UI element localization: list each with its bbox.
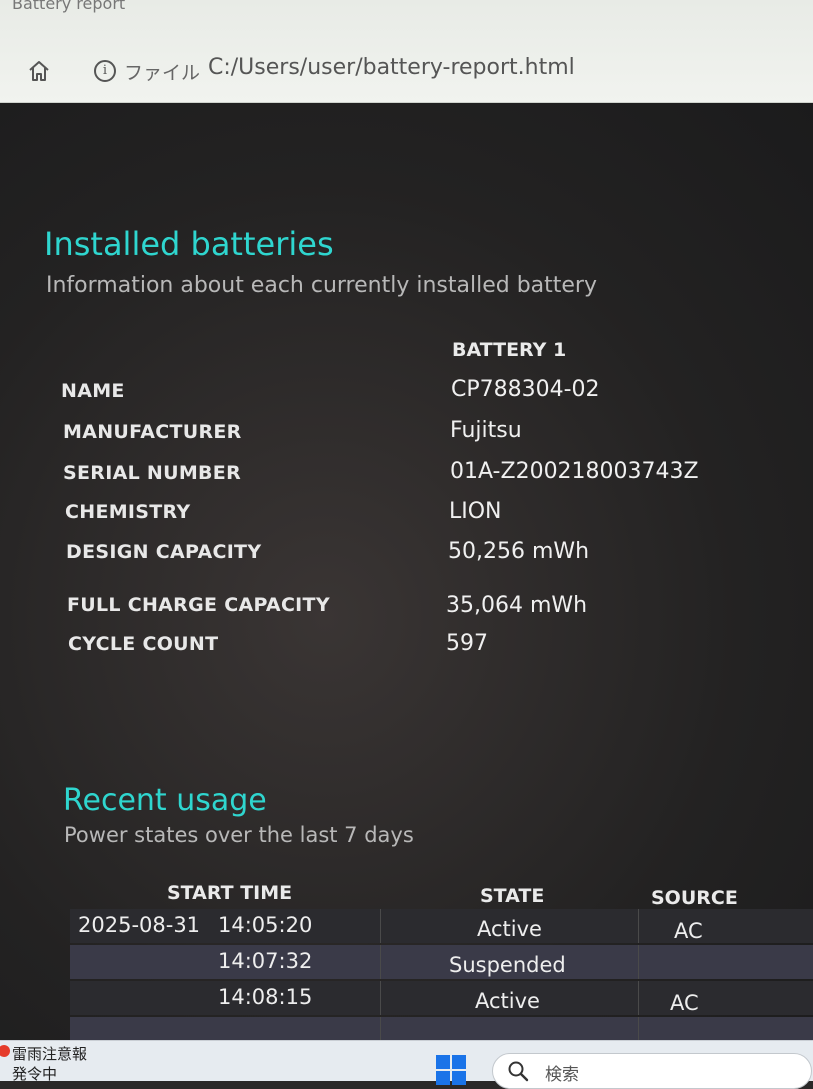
row-label-design-capacity: DESIGN CAPACITY [66, 541, 262, 563]
windows-start-icon[interactable] [434, 1053, 468, 1087]
recent-usage-subtitle: Power states over the last 7 days [64, 823, 414, 847]
row-label-chemistry: CHEMISTRY [65, 501, 191, 523]
usage-row-state: Active [477, 917, 542, 941]
usage-row-source: AC [674, 919, 703, 943]
installed-batteries-heading: Installed batteries [44, 225, 334, 263]
report-page: Installed batteries Information about ea… [0, 103, 813, 1040]
row-value-chemistry: LION [449, 499, 502, 524]
browser-chrome: Battery report ⌃ i ファイル C:/Users/user/ba… [0, 0, 813, 103]
battery-column-header: BATTERY 1 [452, 339, 567, 361]
chevron-up-icon[interactable]: ⌃ [328, 0, 341, 11]
row-value-name: CP788304-02 [451, 377, 600, 402]
row-value-full-charge: 35,064 mWh [446, 593, 588, 618]
row-label-manufacturer: MANUFACTURER [63, 421, 242, 443]
usage-header-source: SOURCE [651, 887, 738, 909]
usage-row-time: 14:08:15 [218, 985, 313, 1009]
row-label-name: NAME [61, 380, 125, 402]
recent-usage-heading: Recent usage [63, 783, 267, 818]
taskbar-search-box[interactable]: 検索 [492, 1053, 812, 1089]
usage-header-state: STATE [480, 885, 545, 907]
table-row [70, 1017, 813, 1040]
usage-row-time: 14:05:20 [218, 913, 313, 937]
row-label-serial: SERIAL NUMBER [63, 462, 242, 484]
search-placeholder: 検索 [545, 1065, 579, 1085]
row-value-manufacturer: Fujitsu [450, 418, 522, 443]
row-value-serial: 01A-Z200218003743Z [450, 459, 699, 484]
weather-alert-status[interactable]: 発令中 [12, 1063, 57, 1084]
installed-batteries-subtitle: Information about each currently install… [46, 273, 597, 298]
row-value-cycle-count: 597 [446, 631, 488, 656]
usage-row-date: 2025-08-31 [78, 913, 201, 937]
home-icon[interactable] [26, 58, 52, 84]
weather-alert-icon [0, 1045, 10, 1057]
table-row [70, 981, 813, 1015]
weather-alert-title[interactable]: 雷雨注意報 [12, 1043, 87, 1064]
address-file-label: ファイル [124, 62, 201, 84]
row-label-full-charge: FULL CHARGE CAPACITY [67, 594, 330, 616]
usage-row-source: AC [670, 991, 699, 1015]
row-label-cycle-count: CYCLE COUNT [68, 633, 219, 655]
address-bar-url[interactable]: C:/Users/user/battery-report.html [208, 55, 575, 80]
search-icon [508, 1061, 529, 1082]
table-row [70, 945, 813, 979]
usage-row-time: 14:07:32 [218, 949, 313, 973]
row-value-design-capacity: 50,256 mWh [448, 539, 590, 564]
usage-header-start-time: START TIME [167, 882, 293, 904]
taskbar: 雷雨注意報 発令中 検索 [0, 1040, 813, 1089]
tab-title[interactable]: Battery report [12, 0, 125, 13]
usage-row-state: Suspended [449, 953, 566, 977]
info-icon[interactable]: i [94, 60, 116, 82]
usage-row-state: Active [475, 989, 540, 1013]
